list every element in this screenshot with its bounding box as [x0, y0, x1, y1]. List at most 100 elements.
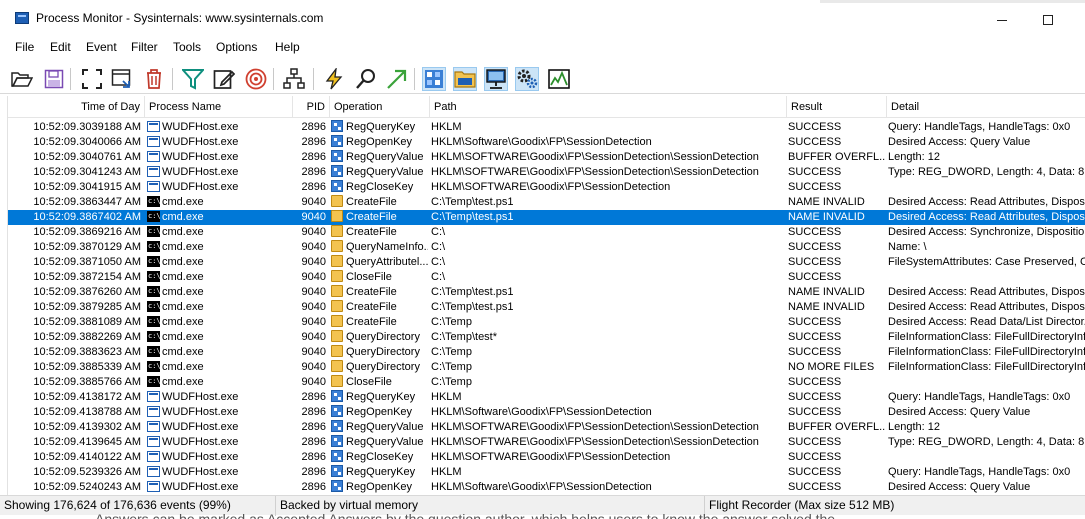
autoscroll-icon[interactable] [80, 67, 104, 91]
table-row[interactable]: 10:52:09.3039188 AM WUDFHost.exe 2896 RegQu… [8, 120, 1085, 135]
cell-time: 10:52:09.3867402 AM [33, 211, 141, 223]
cell-path: C:\ [431, 271, 446, 283]
table-row[interactable]: 10:52:09.4139302 AM WUDFHost.exe 2896 RegQu… [8, 420, 1085, 435]
table-row[interactable]: 10:52:09.5239326 AM WUDFHost.exe 2896 RegQu… [8, 465, 1085, 480]
table-row[interactable]: 10:52:09.3041915 AM WUDFHost.exe 2896 RegCl… [8, 180, 1085, 195]
table-row[interactable]: 10:52:09.4138788 AM WUDFHost.exe 2896 RegOp… [8, 405, 1085, 420]
cell-result: SUCCESS [788, 406, 842, 418]
table-row[interactable]: 10:52:09.3867402 AM cmd.exe 9040 CreateFile… [8, 210, 1085, 225]
find-icon[interactable] [354, 67, 378, 91]
file-operation-icon [331, 195, 343, 207]
table-row[interactable]: 10:52:09.3881089 AM cmd.exe 9040 CreateFile… [8, 315, 1085, 330]
cell-process: WUDFHost.exe [147, 465, 297, 480]
process-name: WUDFHost.exe [162, 406, 239, 418]
cell-result: NAME INVALID [788, 301, 865, 313]
jump-icon[interactable] [385, 67, 409, 91]
cell-path: C:\Temp [431, 376, 472, 388]
filter-icon[interactable] [181, 67, 205, 91]
cell-operation: RegCloseKey [331, 450, 428, 465]
operation-name: RegQueryValue [346, 436, 424, 448]
column-path[interactable]: Path [430, 96, 787, 118]
file-operation-icon [331, 210, 343, 222]
cell-detail: Type: REG_DWORD, Length: 4, Data: 8 [888, 166, 1085, 178]
table-row[interactable]: 10:52:09.3882269 AM cmd.exe 9040 QueryDirec… [8, 330, 1085, 345]
table-row[interactable]: 10:52:09.5240243 AM WUDFHost.exe 2896 RegOp… [8, 480, 1085, 495]
operation-name: RegOpenKey [346, 136, 413, 148]
network-activity-icon[interactable] [484, 67, 508, 91]
cell-pid: 9040 [301, 331, 326, 343]
file-operation-icon [331, 300, 343, 312]
registry-operation-icon [331, 450, 343, 462]
cell-process: cmd.exe [147, 210, 297, 225]
cell-process: cmd.exe [147, 225, 297, 240]
cell-time: 10:52:09.3883623 AM [33, 346, 141, 358]
menu-tools[interactable]: Tools [173, 40, 201, 54]
maximize-button[interactable] [1028, 6, 1068, 32]
column-operation[interactable]: Operation [330, 96, 430, 118]
cell-pid: 2896 [301, 436, 326, 448]
table-row[interactable]: 10:52:09.3871050 AM cmd.exe 9040 QueryAttri… [8, 255, 1085, 270]
event-properties-icon[interactable] [322, 67, 346, 91]
highlight-icon[interactable] [212, 67, 236, 91]
cell-detail: Desired Access: Query Value [888, 481, 1031, 493]
menu-filter[interactable]: Filter [131, 40, 158, 54]
table-row[interactable]: 10:52:09.4139645 AM WUDFHost.exe 2896 RegQu… [8, 435, 1085, 450]
toolbar-separator [414, 68, 415, 90]
cell-result: NAME INVALID [788, 196, 865, 208]
cell-time: 10:52:09.5240243 AM [33, 481, 141, 493]
menu-edit[interactable]: Edit [50, 40, 71, 54]
cell-detail: Query: HandleTags, HandleTags: 0x0 [888, 391, 1071, 403]
background-page-text: Answers can be marked as Accepted Answer… [95, 511, 836, 519]
clear-icon[interactable] [142, 67, 166, 91]
column-header: Time of Day Process Name PID Operation P… [8, 96, 1085, 118]
cell-detail: Type: REG_DWORD, Length: 4, Data: 8 [888, 436, 1085, 448]
cell-result: BUFFER OVERFL... [788, 151, 885, 163]
table-row[interactable]: 10:52:09.3872154 AM cmd.exe 9040 CloseFile C… [8, 270, 1085, 285]
minimize-button[interactable] [982, 6, 1022, 32]
save-icon[interactable] [42, 67, 66, 91]
profiling-icon[interactable] [547, 67, 571, 91]
open-icon[interactable] [10, 67, 34, 91]
process-activity-icon[interactable] [515, 67, 539, 91]
table-row[interactable]: 10:52:09.4138172 AM WUDFHost.exe 2896 RegQu… [8, 390, 1085, 405]
table-row[interactable]: 10:52:09.3885339 AM cmd.exe 9040 QueryDirec… [8, 360, 1085, 375]
menu-file[interactable]: File [15, 40, 34, 54]
table-row[interactable]: 10:52:09.3041243 AM WUDFHost.exe 2896 RegQu… [8, 165, 1085, 180]
table-row[interactable]: 10:52:09.3879285 AM cmd.exe 9040 CreateFile… [8, 300, 1085, 315]
menu-options[interactable]: Options [216, 40, 257, 54]
operation-name: RegOpenKey [346, 481, 413, 493]
cell-pid: 2896 [301, 391, 326, 403]
menu-event[interactable]: Event [86, 40, 117, 54]
table-row[interactable]: 10:52:09.3870129 AM cmd.exe 9040 QueryNameI… [8, 240, 1085, 255]
table-row[interactable]: 10:52:09.3885766 AM cmd.exe 9040 CloseFile C… [8, 375, 1085, 390]
registry-activity-icon[interactable] [422, 67, 446, 91]
cell-process: WUDFHost.exe [147, 165, 297, 180]
registry-operation-icon [331, 420, 343, 432]
cell-operation: CreateFile [331, 300, 428, 315]
cell-detail: Length: 12 [888, 151, 940, 163]
file-activity-icon[interactable] [453, 67, 477, 91]
cell-detail: Desired Access: Synchronize, Disposition… [888, 226, 1085, 238]
operation-name: QueryDirectory [346, 346, 420, 358]
event-list[interactable]: Time of Day Process Name PID Operation P… [7, 96, 1085, 495]
column-pid[interactable]: PID [293, 96, 330, 118]
cell-operation: RegOpenKey [331, 135, 428, 150]
table-row[interactable]: 10:52:09.3863447 AM cmd.exe 9040 CreateFile… [8, 195, 1085, 210]
include-process-icon[interactable] [244, 67, 268, 91]
column-detail[interactable]: Detail [887, 96, 1085, 118]
column-process[interactable]: Process Name [145, 96, 293, 118]
table-row[interactable]: 10:52:09.3876260 AM cmd.exe 9040 CreateFile… [8, 285, 1085, 300]
table-row[interactable]: 10:52:09.3883623 AM cmd.exe 9040 QueryDirec… [8, 345, 1085, 360]
file-operation-icon [331, 330, 343, 342]
column-result[interactable]: Result [787, 96, 887, 118]
process-name: WUDFHost.exe [162, 481, 239, 493]
table-row[interactable]: 10:52:09.3040761 AM WUDFHost.exe 2896 RegQu… [8, 150, 1085, 165]
column-time[interactable]: Time of Day [8, 96, 145, 118]
table-row[interactable]: 10:52:09.4140122 AM WUDFHost.exe 2896 RegCl… [8, 450, 1085, 465]
process-tree-icon[interactable] [282, 67, 306, 91]
table-row[interactable]: 10:52:09.3040066 AM WUDFHost.exe 2896 RegOp… [8, 135, 1085, 150]
capture-icon[interactable] [110, 67, 134, 91]
file-operation-icon [331, 285, 343, 297]
menu-help[interactable]: Help [275, 40, 300, 54]
table-row[interactable]: 10:52:09.3869216 AM cmd.exe 9040 CreateFile… [8, 225, 1085, 240]
